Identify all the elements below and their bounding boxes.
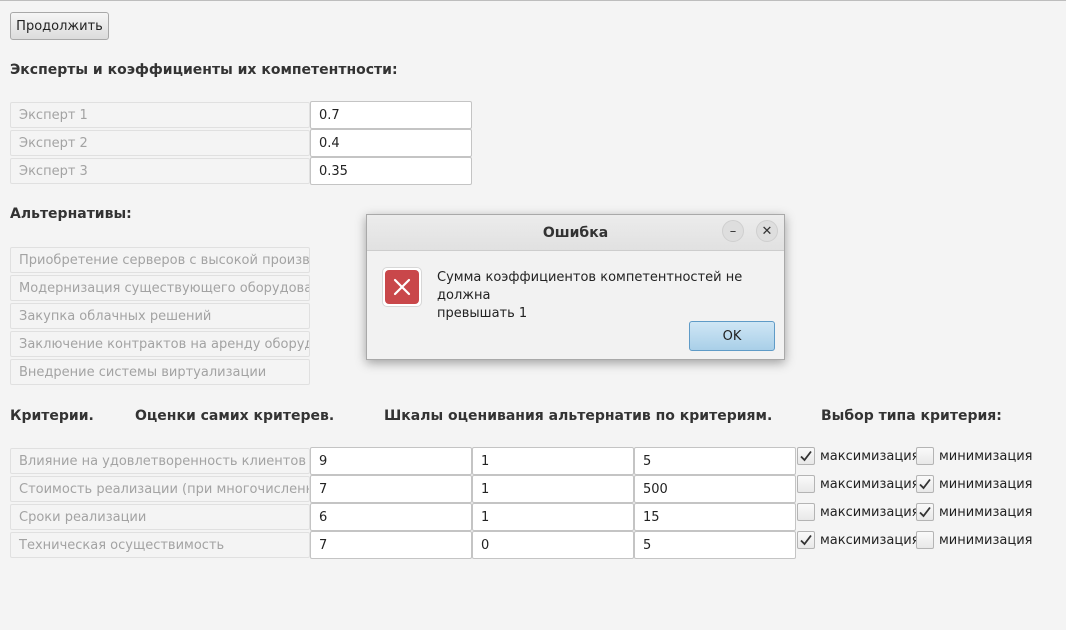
maximize-checkbox[interactable] (797, 475, 815, 493)
scale-max-input[interactable]: 15 (634, 503, 796, 531)
top-border (0, 0, 1066, 1)
criterion-estimate-input[interactable]: 7 (310, 475, 472, 503)
checkmark-icon (919, 506, 931, 518)
alternative-item: Приобретение серверов с высокой произво (10, 247, 310, 273)
scale-min-input[interactable]: 0 (472, 531, 634, 559)
error-icon (382, 267, 422, 307)
maximize-checkbox[interactable] (797, 531, 815, 549)
checkmark-icon (800, 534, 812, 546)
criterion-name: Сроки реализации (10, 504, 310, 530)
expert-name-2: Эксперт 2 (10, 130, 310, 156)
criterion-estimate-input[interactable]: 9 (310, 447, 472, 475)
scale-max-input[interactable]: 5 (634, 447, 796, 475)
minimize-label: минимизация (939, 449, 1033, 464)
criteria-scales-heading: Шкалы оценивания альтернатив по критерия… (384, 408, 773, 424)
criterion-name: Влияние на удовлетворенность клиентов (10, 448, 310, 474)
minimize-window-button[interactable]: – (722, 220, 744, 242)
scale-min-input[interactable]: 1 (472, 447, 634, 475)
criterion-estimate-input[interactable]: 7 (310, 531, 472, 559)
criterion-name: Техническая осуществимость (10, 532, 310, 558)
alternative-item: Закупка облачных решений (10, 303, 310, 329)
expert-coefficient-3[interactable]: 0.35 (310, 157, 472, 185)
close-window-button[interactable]: ✕ (756, 220, 778, 242)
expert-coefficient-1[interactable]: 0.7 (310, 101, 472, 129)
maximize-label: максимизация (820, 449, 920, 464)
expert-name-3: Эксперт 3 (10, 158, 310, 184)
close-icon: ✕ (761, 223, 773, 239)
maximize-checkbox[interactable] (797, 503, 815, 521)
expert-name-1: Эксперт 1 (10, 102, 310, 128)
ok-button[interactable]: OK (689, 321, 775, 351)
alternative-item: Внедрение системы виртуализации (10, 359, 310, 385)
minimize-label: минимизация (939, 505, 1033, 520)
minimize-checkbox[interactable] (916, 447, 934, 465)
criteria-estimates-heading: Оценки самих критерев. (135, 408, 335, 424)
scale-max-input[interactable]: 500 (634, 475, 796, 503)
error-dialog: Ошибка – ✕ Сумма коэффициентов компетент… (366, 214, 785, 360)
alternatives-heading: Альтернативы: (10, 206, 132, 222)
scale-max-input[interactable]: 5 (634, 531, 796, 559)
dialog-message: Сумма коэффициентов компетентностей не д… (437, 269, 777, 323)
maximize-label: максимизация (820, 477, 920, 492)
minimize-label: минимизация (939, 477, 1033, 492)
minimize-label: минимизация (939, 533, 1033, 548)
expert-coefficient-2[interactable]: 0.4 (310, 129, 472, 157)
scale-min-input[interactable]: 1 (472, 503, 634, 531)
minimize-icon: – (729, 223, 737, 239)
alternative-item: Заключение контрактов на аренду оборудов (10, 331, 310, 357)
experts-heading: Эксперты и коэффициенты их компетентност… (10, 62, 398, 78)
criteria-type-heading: Выбор типа критерия: (821, 408, 1002, 424)
minimize-checkbox[interactable] (916, 475, 934, 493)
criteria-heading: Критерии. (10, 408, 94, 424)
minimize-checkbox[interactable] (916, 531, 934, 549)
maximize-checkbox[interactable] (797, 447, 815, 465)
minimize-checkbox[interactable] (916, 503, 934, 521)
checkmark-icon (800, 450, 812, 462)
continue-button[interactable]: Продолжить (10, 12, 109, 40)
maximize-label: максимизация (820, 533, 920, 548)
criterion-estimate-input[interactable]: 6 (310, 503, 472, 531)
scale-min-input[interactable]: 1 (472, 475, 634, 503)
alternative-item: Модернизация существующего оборудован (10, 275, 310, 301)
maximize-label: максимизация (820, 505, 920, 520)
checkmark-icon (919, 478, 931, 490)
criterion-name: Стоимость реализации (при многочисленны (10, 476, 310, 502)
dialog-message-line: Сумма коэффициентов компетентностей не д… (437, 270, 743, 303)
